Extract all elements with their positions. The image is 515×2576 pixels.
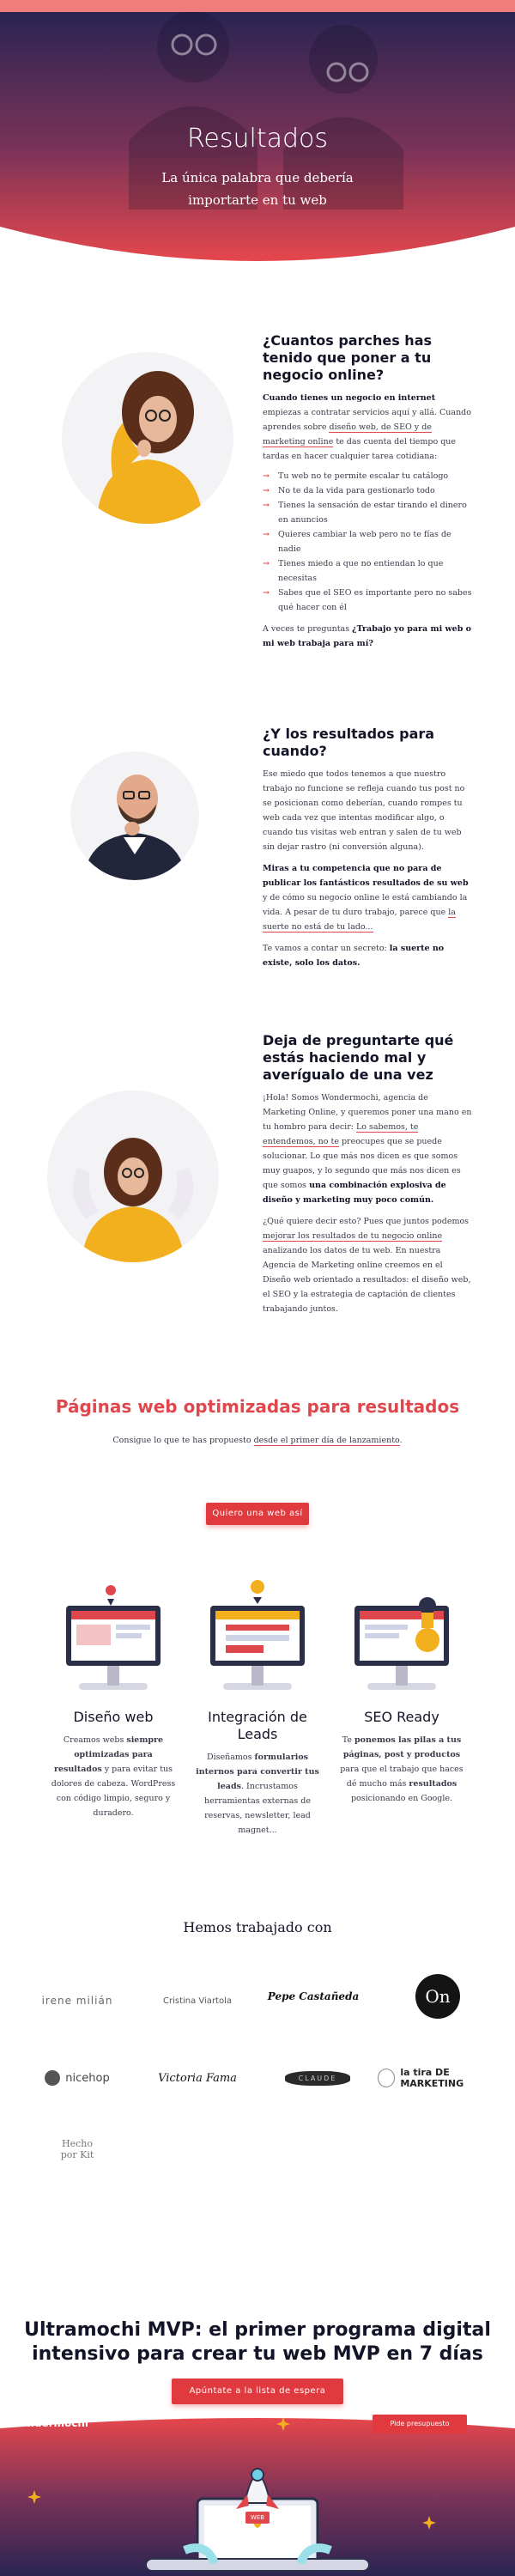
- list-item: → Sabes que el SEO es importante pero no …: [263, 586, 472, 615]
- section2-p3: Te vamos a contar un secreto: la suerte …: [263, 944, 445, 968]
- woman-thinking-photo: [62, 352, 233, 524]
- feature-diseno-web: Diseño web Creamos webs siempre optimiza…: [49, 1580, 178, 1820]
- section2-p1: Ese miedo que todos tenemos a que nuestr…: [263, 769, 465, 852]
- la-tira-icon: [378, 2069, 396, 2087]
- feature-title: SEO Ready: [364, 1709, 439, 1725]
- client-logo-irene-milian: irene milián: [41, 1995, 113, 2007]
- hero-subtitle: La única palabra que debería importarte …: [161, 170, 354, 208]
- client-logo-pepe-castaneda: Pepe Castañeda: [267, 1990, 360, 2002]
- monitor-seo-illustration-icon: [354, 1597, 449, 1690]
- paginas-title: Páginas web optimizadas para resultados: [55, 1396, 460, 1417]
- hero-title: Resultados: [186, 124, 329, 154]
- section3-heading: Deja de preguntarte qué estás haciendo m…: [263, 1032, 454, 1083]
- footer-section: wondermochi Pide presupuesto WEB: [0, 2413, 515, 2576]
- client-logo-cristina-viartola: Cristina Viartola: [162, 1996, 232, 2006]
- client-logo-claude: CLAUDE: [258, 2057, 378, 2099]
- list-item: → Tu web no te permite escalar tu catálog…: [263, 469, 472, 483]
- arrow-icon: →: [263, 471, 270, 481]
- woman-flexing-photo: [47, 1091, 219, 1262]
- section1-heading: ¿Cuantos parches has tenido que poner a …: [263, 332, 433, 383]
- man-thinking-photo: [70, 751, 199, 880]
- section2-heading: ¿Y los resultados para cuando?: [263, 726, 435, 759]
- feature-description: Creamos webs siempre optimizadas para re…: [51, 1735, 176, 1818]
- client-logo-victoria-fama: Victoria Fama: [158, 2071, 237, 2085]
- parches-section: ¿Cuantos parches has tenido que poner a …: [0, 318, 515, 678]
- wondermochi-intro-section: Deja de preguntarte qué estás haciendo m…: [0, 1022, 515, 1357]
- section2-p2: Miras a tu competencia que no para de pu…: [263, 864, 469, 933]
- arrow-icon: →: [263, 530, 270, 539]
- brand-logo[interactable]: wondermochi: [10, 2417, 88, 2429]
- pain-points-list: → Tu web no te permite escalar tu catálog…: [263, 469, 472, 615]
- arrow-icon: →: [263, 486, 270, 495]
- list-item: → Tienes miedo a que no entiendan lo que …: [263, 556, 472, 586]
- client-logo-on: On: [378, 1974, 498, 2019]
- arrow-icon: →: [263, 559, 270, 568]
- arrow-icon: →: [263, 588, 270, 598]
- list-item: → No te da la vida para gestionarlo todo: [263, 483, 472, 498]
- section3-link-2[interactable]: mejorar los resultados de tu negocio onl…: [263, 1231, 443, 1242]
- feature-description: Diseñamos formularios internos para conv…: [196, 1753, 319, 1835]
- paginas-subtitle: Consigue lo que te has propuesto desde e…: [112, 1436, 403, 1446]
- feature-integracion-leads: Integración de Leads Diseñamos formulari…: [193, 1571, 322, 1838]
- pide-presupuesto-button[interactable]: Pide presupuesto: [373, 2415, 467, 2433]
- section1-intro: Cuando tienes un negocio en internet emp…: [263, 393, 471, 461]
- list-item: → Quieres cambiar la web pero no te fías …: [263, 527, 472, 556]
- feature-description: Te ponemos las pilas a tus páginas, post…: [340, 1735, 464, 1803]
- nicehop-icon: [45, 2070, 61, 2086]
- arrow-icon: →: [263, 501, 270, 510]
- monitor-leads-illustration-icon: [210, 1580, 305, 1690]
- client-logo-hecho-por-kit: Hecho por Kit: [60, 2138, 94, 2160]
- client-logo-la-tira: la tira DE MARKETING: [378, 2057, 506, 2099]
- section3-p2: ¿Qué quiere decir esto? Pues que juntos …: [263, 1217, 471, 1314]
- client-logo-nicehop: nicehop: [17, 2057, 137, 2099]
- feature-seo-ready: SEO Ready Te ponemos las pilas a tus pág…: [337, 1580, 466, 1806]
- section1-question: A veces te preguntas ¿Trabajo yo para mi…: [263, 624, 472, 648]
- monitor-illustration-icon: [66, 1585, 161, 1690]
- clients-title: Hemos trabajado con: [183, 1919, 332, 1935]
- feature-title: Integración de Leads: [208, 1709, 307, 1742]
- quiero-web-button[interactable]: Quiero una web así: [206, 1503, 309, 1525]
- mvp-title: Ultramochi MVP: el primer programa digit…: [24, 2319, 491, 2365]
- section3-p1: ¡Hola! Somos Wondermochi, agencia de Mar…: [263, 1093, 472, 1205]
- footer-background: [0, 2417, 515, 2576]
- resultados-section: ¿Y los resultados para cuando? Ese miedo…: [0, 717, 515, 992]
- top-accent-bar: [0, 0, 515, 12]
- laptop-web-label: WEB: [245, 2512, 270, 2524]
- lista-espera-button[interactable]: Apúntate a la lista de espera: [172, 2379, 343, 2404]
- hero-section: Resultados La única palabra que debería …: [0, 12, 515, 270]
- list-item: → Tienes la sensación de estar tirando el…: [263, 498, 472, 527]
- feature-title: Diseño web: [73, 1709, 154, 1725]
- paginas-link[interactable]: desde el primer día de lanzamiento: [253, 1436, 400, 1446]
